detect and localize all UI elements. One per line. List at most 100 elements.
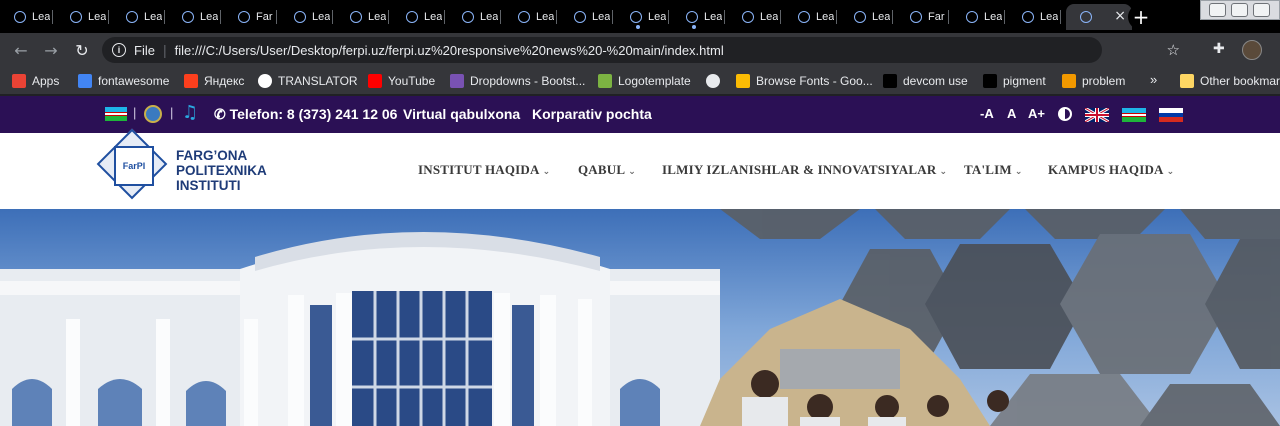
bookmark-label: Dropdowns - Bootst... — [470, 74, 586, 88]
maximize-button[interactable] — [1231, 3, 1248, 17]
browser-tab[interactable]: Lea — [112, 4, 165, 30]
bookmark-item[interactable]: TRANSLATOR — [258, 72, 358, 90]
browser-tab[interactable]: Lea — [1008, 4, 1061, 30]
font-decrease-button[interactable]: -A — [980, 106, 994, 121]
chevron-down-icon: ⌄ — [1166, 167, 1175, 177]
bookmark-item[interactable]: problem — [1062, 72, 1125, 90]
new-tab-button[interactable]: + — [1128, 4, 1154, 30]
nav-ilmiy-izlanishlar[interactable]: ILMIY IZLANISHLAR & INNOVATSIYALAR ⌄ — [662, 162, 947, 178]
nav-institut-haqida[interactable]: INSTITUT HAQIDA ⌄ — [418, 162, 550, 178]
bookmark-star-icon[interactable]: ☆ — [1167, 41, 1180, 59]
browser-tab[interactable]: Lea — [280, 4, 333, 30]
tab-strip: Lea Lea Lea Lea Far Lea Lea Lea Lea Lea Lea Lea Lea L… — [0, 0, 1280, 33]
browser-tab[interactable]: Lea — [728, 4, 781, 30]
tab-separator — [780, 10, 781, 24]
institute-name[interactable]: FARG’ONA POLITEXNIKA INSTITUTI — [176, 148, 267, 193]
tab-favicon — [126, 11, 138, 23]
tab-favicon — [686, 11, 698, 23]
logo-emblem-text: FarPI — [122, 161, 146, 171]
tab-favicon — [462, 11, 474, 23]
bookmark-item[interactable]: pigment — [983, 72, 1046, 90]
tab-favicon — [294, 11, 306, 23]
close-tab-icon[interactable]: × — [1114, 8, 1126, 24]
tab-favicon — [1080, 11, 1092, 23]
active-tab[interactable]: × — [1066, 4, 1132, 30]
uzbek-language-flag-icon[interactable] — [1122, 108, 1146, 122]
bookmark-item[interactable]: Яндекс — [184, 72, 244, 90]
nav-label: KAMPUS HAQIDA — [1048, 162, 1164, 177]
bookmark-item[interactable]: Browse Fonts - Goo... — [736, 72, 873, 90]
browser-tab[interactable]: Lea — [672, 4, 725, 30]
bookmark-item[interactable]: Logotemplate — [598, 72, 691, 90]
tab-favicon — [574, 11, 586, 23]
hero-banner — [0, 209, 1280, 426]
english-flag-icon[interactable] — [1085, 108, 1109, 122]
tab-separator — [892, 10, 893, 24]
browser-tab[interactable]: Far — [224, 4, 277, 30]
browser-tab[interactable]: Lea — [392, 4, 445, 30]
tab-favicon — [854, 11, 866, 23]
chevron-down-icon: ⌄ — [1014, 167, 1023, 177]
profile-avatar[interactable] — [1242, 40, 1262, 60]
tab-favicon — [910, 11, 922, 23]
tab-activity-dot — [636, 25, 640, 29]
browser-tab[interactable]: Far — [896, 4, 949, 30]
browser-tab[interactable]: Lea — [56, 4, 109, 30]
minimize-button[interactable] — [1209, 3, 1226, 17]
url-text[interactable]: file:///C:/Users/User/Desktop/ferpi.uz/f… — [175, 43, 724, 58]
bookmark-item[interactable]: Other bookmarks — [1180, 72, 1280, 90]
bookmark-item[interactable]: devcom use — [883, 72, 968, 90]
browser-tab[interactable]: Lea — [336, 4, 389, 30]
forward-arrow-icon[interactable]: → — [40, 39, 62, 61]
topbar-separator: | — [133, 105, 137, 120]
close-window-button[interactable] — [1253, 3, 1270, 17]
font-increase-button[interactable]: A+ — [1028, 106, 1045, 121]
address-bar[interactable]: i File | file:///C:/Users/User/Desktop/f… — [102, 37, 1180, 63]
extensions-puzzle-icon[interactable]: ✚ — [1213, 41, 1225, 57]
browser-tab[interactable]: Lea — [448, 4, 501, 30]
state-emblem-icon — [144, 105, 162, 123]
back-arrow-icon[interactable]: ← — [10, 39, 32, 61]
browser-tab[interactable]: Lea — [616, 4, 669, 30]
bookmarks-overflow-icon[interactable]: » — [1150, 72, 1157, 87]
nav-kampus-haqida[interactable]: KAMPUS HAQIDA ⌄ — [1048, 162, 1174, 178]
nav-qabul[interactable]: QABUL ⌄ — [578, 162, 636, 178]
bookmark-item[interactable]: Dropdowns - Bootst... — [450, 72, 585, 90]
browser-tab[interactable]: Lea — [952, 4, 1005, 30]
russian-flag-icon[interactable] — [1159, 108, 1183, 122]
nav-label: ILMIY IZLANISHLAR & INNOVATSIYALAR — [662, 162, 937, 177]
tab-title: Lea — [592, 11, 611, 23]
bookmark-item[interactable]: Apps — [12, 72, 59, 90]
tab-title: Lea — [88, 11, 107, 23]
site-info-icon[interactable]: i — [112, 43, 126, 57]
google-fonts-icon — [736, 74, 750, 88]
phone-link[interactable]: ✆ Telefon: 8 (373) 241 12 06 — [214, 106, 397, 123]
bookmark-label: Browse Fonts - Goo... — [756, 74, 873, 88]
browser-tab[interactable]: Lea — [0, 4, 53, 30]
browser-tab[interactable]: Lea — [168, 4, 221, 30]
virtual-reception-link[interactable]: Virtual qabulxona — [403, 106, 520, 122]
bookmark-item[interactable]: YouTube — [368, 72, 435, 90]
corporate-mail-link[interactable]: Korparativ pochta — [532, 106, 652, 122]
nav-talim[interactable]: TA'LIM ⌄ — [964, 162, 1023, 178]
bookmark-item[interactable] — [706, 72, 726, 90]
tab-favicon — [14, 11, 26, 23]
reload-icon[interactable]: ↻ — [71, 39, 93, 61]
tab-separator — [52, 10, 53, 24]
bookmark-label: fontawesome — [98, 74, 170, 88]
bookmark-label: Other bookmarks — [1200, 74, 1280, 88]
tab-title: Lea — [1040, 11, 1059, 23]
anthem-music-icon[interactable]: ♫ — [182, 102, 198, 123]
browser-tab[interactable]: Lea — [560, 4, 613, 30]
font-normal-button[interactable]: A — [1007, 106, 1016, 121]
tab-separator — [444, 10, 445, 24]
tab-title: Lea — [984, 11, 1003, 23]
browser-tab[interactable]: Lea — [784, 4, 837, 30]
institute-logo[interactable]: FarPI — [114, 146, 154, 186]
bookmark-item[interactable]: fontawesome — [78, 72, 169, 90]
site-header: FarPI FARG’ONA POLITEXNIKA INSTITUTI INS… — [0, 128, 1280, 209]
contrast-toggle-icon[interactable] — [1058, 107, 1072, 121]
browser-tab[interactable]: Lea — [840, 4, 893, 30]
url-scheme: File — [134, 42, 155, 58]
browser-tab[interactable]: Lea — [504, 4, 557, 30]
